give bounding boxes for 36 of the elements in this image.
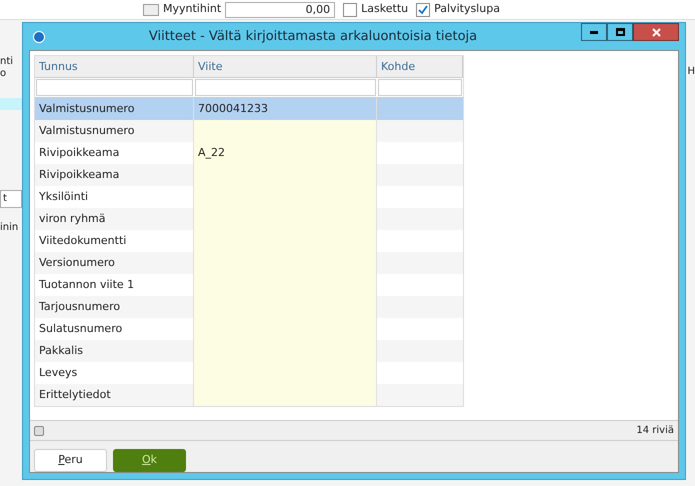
table-row[interactable]: Erittelytiedot [35,384,463,406]
input-field[interactable]: 0,00 [225,2,336,18]
table-row[interactable]: Pakkalis [35,340,463,362]
checkbox[interactable] [343,2,358,16]
label-text: o [0,68,8,80]
input-field[interactable]: t [0,190,22,208]
checkbox[interactable] [416,2,430,16]
table-row[interactable]: Versionumero [35,252,463,274]
column-header[interactable]: Kohde [377,56,463,77]
window-title: Viitteet - Vältä kirjoittamasta arkaluontoisia tietoja [148,28,478,46]
filter-field[interactable] [36,79,193,96]
label-text: inin [0,222,20,234]
spinner-icon[interactable] [143,4,159,16]
close-icon[interactable] [633,23,679,41]
column-header[interactable]: Tunnus [35,56,194,77]
minimize-icon[interactable] [581,23,607,41]
cancel-button[interactable]: Peru [34,449,107,472]
list-icon[interactable] [34,426,44,436]
checkbox-label: Laskettu [361,1,408,18]
app-logo-icon [33,30,45,42]
column-header[interactable]: Viite [194,56,377,77]
filter-field[interactable] [195,79,376,96]
label-text: nti [0,55,14,68]
table-cell: A_22 [194,142,377,164]
table-row[interactable]: viron ryhmä [35,208,463,230]
label-text: H [687,65,695,79]
table-row[interactable]: Valmistusnumero [35,120,463,142]
ok-button[interactable]: Ok [113,449,186,472]
checkbox-label: Palvityslupa [434,1,500,18]
table-row[interactable]: Valmistusnumero 7000041233 [35,98,463,120]
table-row[interactable]: Tarjousnumero [35,296,463,318]
highlighted-row [0,98,22,110]
field-label: Myyntihint [163,1,222,18]
table-row[interactable]: Rivipoikkeama [35,164,463,186]
row-count: 14 riviä [636,424,674,438]
filter-field[interactable] [378,79,462,96]
